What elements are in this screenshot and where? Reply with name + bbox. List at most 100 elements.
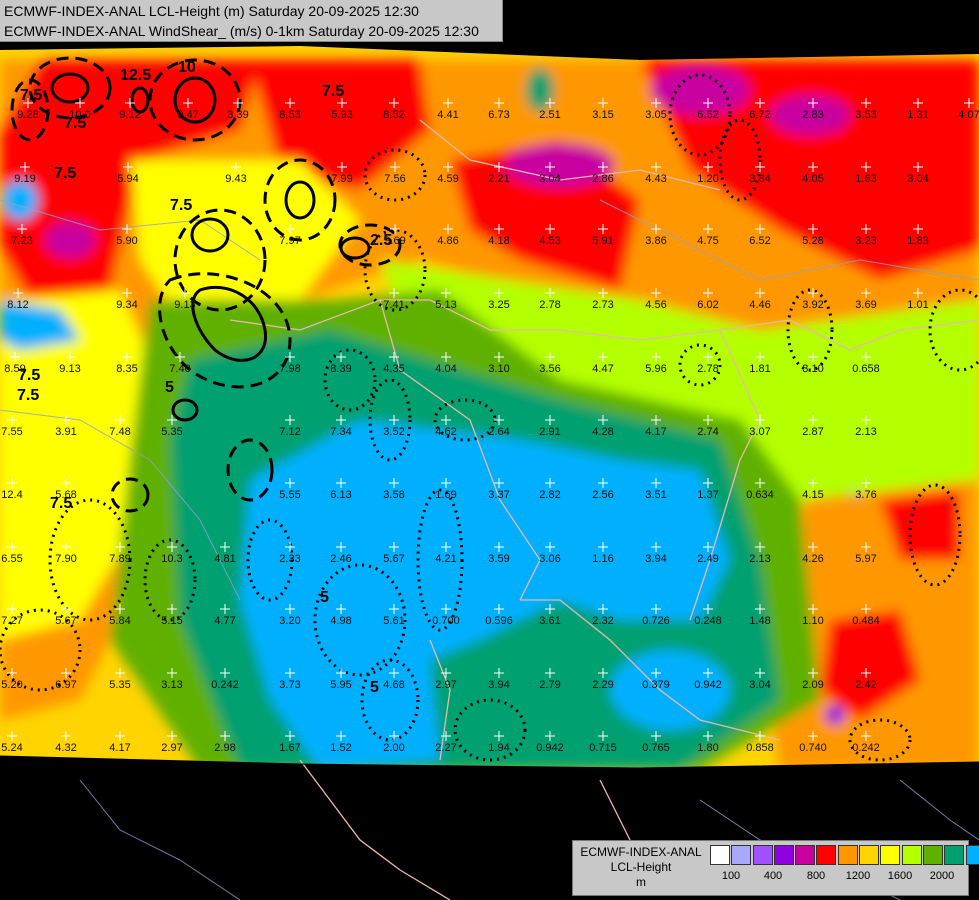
grid-value: 3.04: [539, 173, 560, 185]
contour-label: 7.5: [170, 197, 192, 214]
grid-value: 4.35: [383, 363, 404, 375]
grid-value: 3.04: [907, 173, 928, 185]
grid-value: 5.84: [109, 615, 130, 627]
grid-value: 2.64: [488, 426, 509, 438]
legend-swatch: [795, 845, 816, 865]
contour-label: 7.5: [54, 165, 76, 182]
grid-value: 2.27: [435, 742, 456, 754]
grid-value: 1.81: [749, 363, 770, 375]
grid-value: 5.93: [331, 109, 352, 121]
grid-value: 3.76: [855, 489, 876, 501]
grid-value: 4.47: [592, 363, 613, 375]
legend-line-1: ECMWF-INDEX-ANAL: [580, 845, 702, 859]
legend-swatch: [859, 845, 880, 865]
grid-value: 9.34: [116, 299, 137, 311]
grid-value: 6.52: [697, 109, 718, 121]
grid-value: 4.28: [592, 426, 613, 438]
grid-value: 0.715: [589, 742, 617, 754]
grid-value: 5.24: [1, 742, 22, 754]
grid-value: 6.72: [749, 109, 770, 121]
legend-tick: 800: [806, 870, 826, 882]
grid-value: 0.942: [694, 679, 722, 691]
grid-value: 1.48: [749, 615, 770, 627]
legend-label: ECMWF-INDEX-ANAL LCL-Height m: [575, 845, 707, 890]
grid-value: 3.13: [161, 679, 182, 691]
grid-value: 3.59: [488, 553, 509, 565]
grid-value: 6.73: [488, 109, 509, 121]
grid-value: 1.69: [435, 489, 456, 501]
grid-value: 1.67: [279, 742, 300, 754]
grid-value: 2.87: [802, 426, 823, 438]
title-line-1: ECMWF-INDEX-ANAL LCL-Height (m) Saturday…: [4, 3, 419, 19]
grid-value: 4.75: [697, 235, 718, 247]
grid-value: 2.49: [697, 553, 718, 565]
grid-value: 1.80: [697, 742, 718, 754]
grid-value: 2.32: [592, 615, 613, 627]
grid-value: 0.726: [642, 615, 670, 627]
grid-value: 5.91: [592, 235, 613, 247]
grid-value: 7.99: [331, 173, 352, 185]
grid-value: 2.00: [383, 742, 404, 754]
grid-value: 0.484: [852, 615, 880, 627]
grid-value: 7.23: [11, 235, 32, 247]
grid-value: 6.02: [697, 299, 718, 311]
grid-value: 1.16: [592, 553, 613, 565]
grid-value: 7.34: [330, 426, 351, 438]
grid-value: 7.98: [279, 363, 300, 375]
grid-value: 7.90: [55, 553, 76, 565]
grid-value: 3.86: [645, 235, 666, 247]
grid-value: 8.39: [330, 363, 351, 375]
grid-value: 1.63: [855, 173, 876, 185]
grid-value: 7.27: [1, 615, 22, 627]
grid-value: 3.10: [488, 363, 509, 375]
legend-swatch: [922, 845, 943, 865]
grid-value: 4.07: [958, 109, 979, 121]
grid-value: 9.43: [225, 173, 246, 185]
contour-label: 5: [320, 589, 329, 606]
grid-value: 1.37: [697, 489, 718, 501]
legend-tick: 400: [763, 870, 783, 882]
grid-value: 2.74: [697, 426, 718, 438]
legend-swatch: [880, 845, 901, 865]
grid-value: 0.634: [746, 489, 774, 501]
contour-label: 5: [165, 379, 174, 396]
grid-value: 5.68: [55, 489, 76, 501]
grid-value: 4.32: [55, 742, 76, 754]
grid-value: 2.13: [855, 426, 876, 438]
grid-value: 5.95: [330, 679, 351, 691]
grid-value: 2.83: [802, 109, 823, 121]
legend-swatch: [752, 845, 773, 865]
grid-value: 4.68: [383, 679, 404, 691]
legend-tick: 100: [721, 870, 741, 882]
contour-label: 7.5: [17, 387, 39, 404]
grid-value: 5.35: [161, 426, 182, 438]
grid-value: 3.92: [802, 299, 823, 311]
grid-value: 10.0: [69, 109, 90, 121]
grid-value: 4.98: [330, 615, 351, 627]
grid-value: 4.77: [214, 615, 235, 627]
legend-swatches: [710, 845, 979, 865]
grid-value: 3.69: [855, 299, 876, 311]
grid-value: 9.13: [59, 363, 80, 375]
grid-value: 4.15: [802, 489, 823, 501]
grid-value: 8.53: [279, 109, 300, 121]
grid-value: 4.56: [645, 299, 666, 311]
title-line-2: ECMWF-INDEX-ANAL WindShear_ (m/s) 0-1km …: [4, 23, 479, 39]
grid-value: 2.21: [488, 173, 509, 185]
grid-value: 9.19: [14, 173, 35, 185]
grid-value: 0.858: [746, 742, 774, 754]
grid-value: 2.91: [539, 426, 560, 438]
grid-value: 4.62: [435, 426, 456, 438]
grid-value: 3.61: [539, 615, 560, 627]
grid-value: 0.596: [485, 615, 513, 627]
grid-value: 1.20: [697, 173, 718, 185]
grid-value: 2.79: [539, 679, 560, 691]
grid-value: 7.12: [279, 426, 300, 438]
grid-value: 8.12: [7, 299, 28, 311]
grid-value: 3.05: [645, 109, 666, 121]
grid-value: 2.42: [855, 679, 876, 691]
grid-value: 4.81: [214, 553, 235, 565]
grid-value: 9.12: [119, 109, 140, 121]
grid-value: 3.51: [645, 489, 666, 501]
grid-value: 0.242: [852, 742, 880, 754]
